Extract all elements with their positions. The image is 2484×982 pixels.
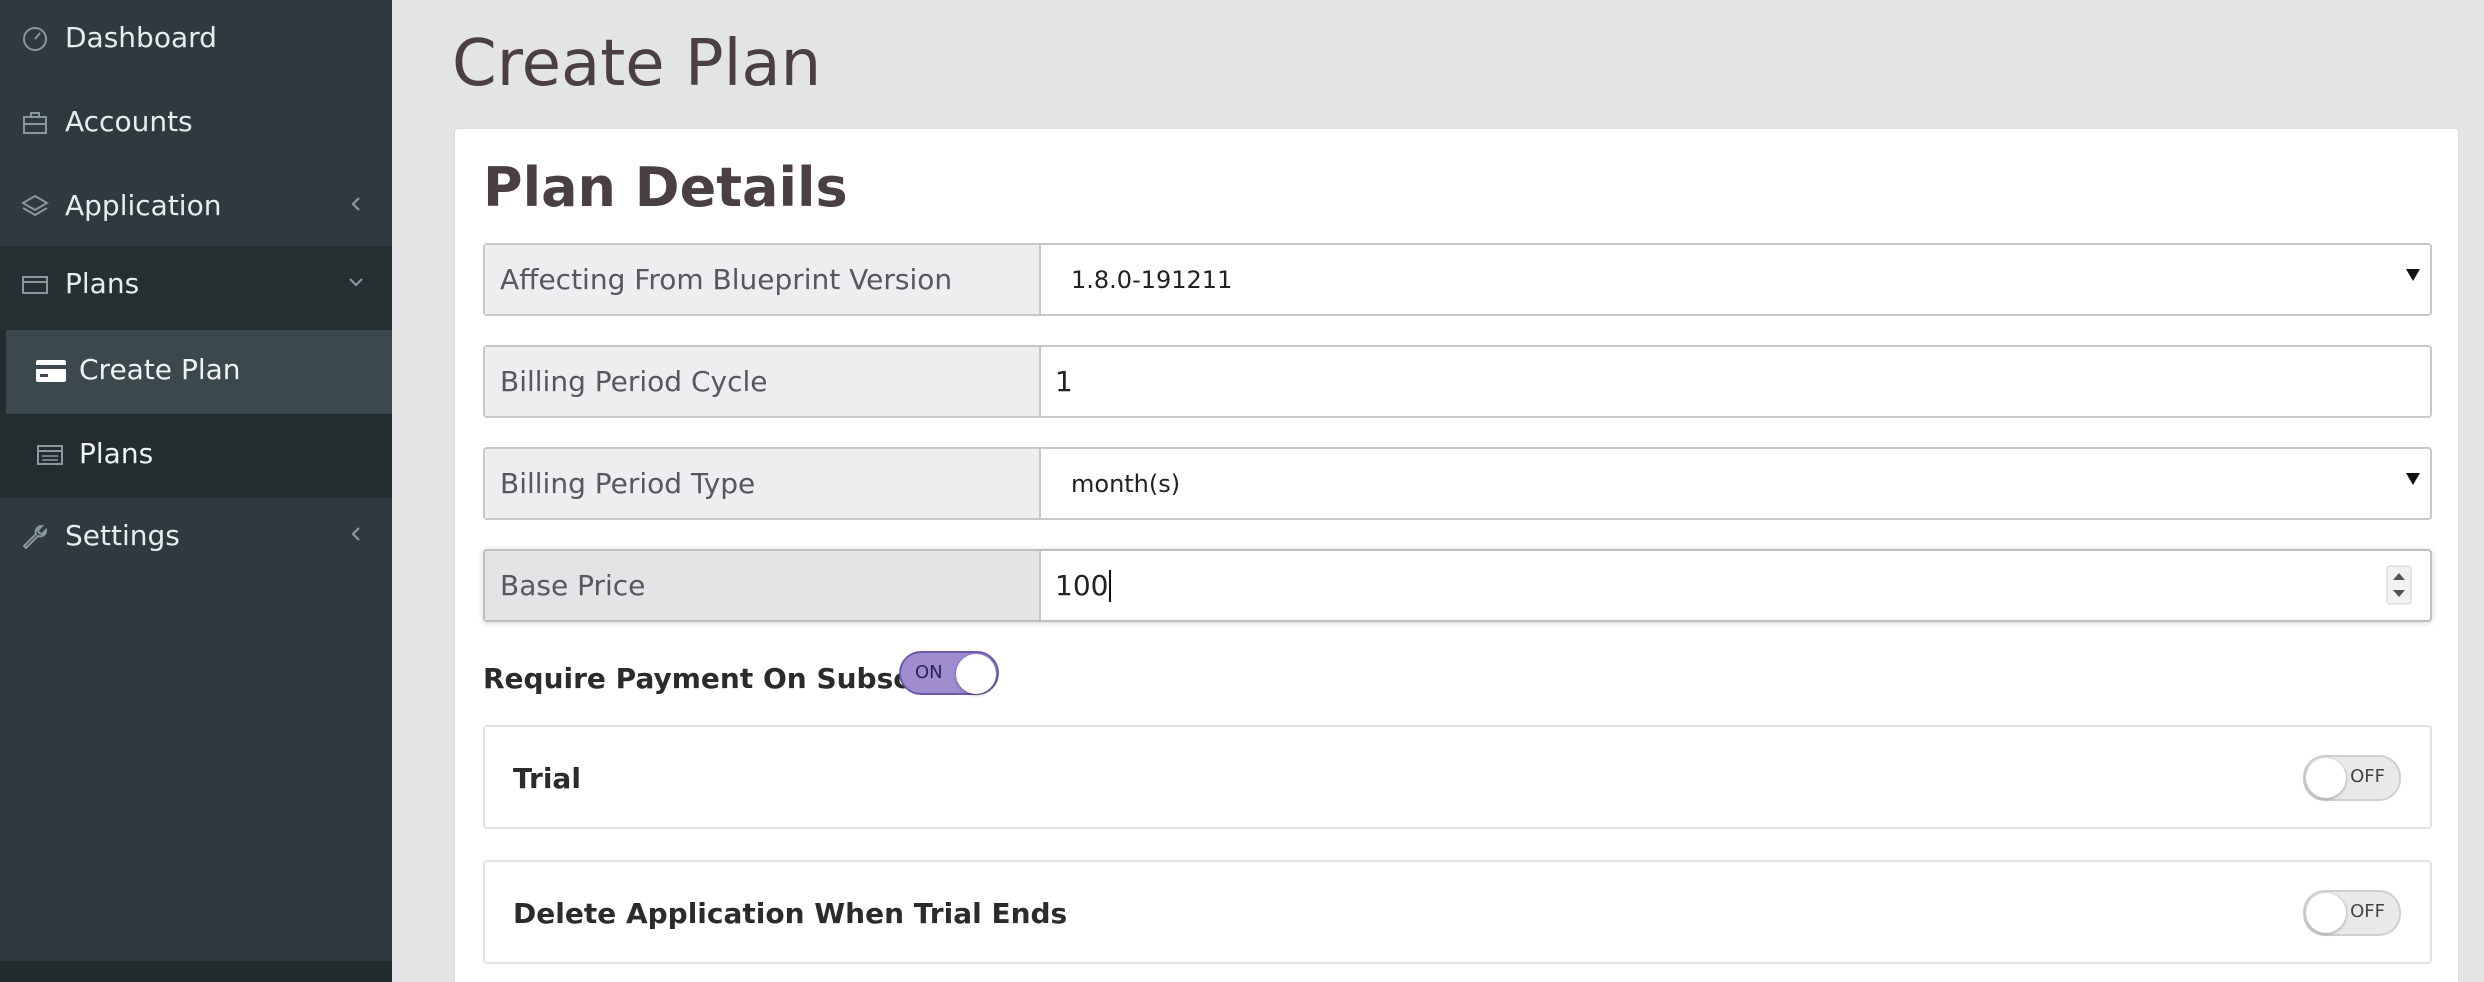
sidebar-item-label: Accounts	[65, 105, 193, 138]
card-title: Plan Details	[483, 156, 848, 219]
field-label: Billing Period Cycle	[485, 347, 1041, 416]
plans-submenu: Create Plan Plans	[0, 330, 392, 498]
credit-card-icon	[22, 276, 48, 294]
select-value: 1.8.0-191211	[1071, 265, 1233, 294]
sidebar-item-label: Plans	[79, 437, 154, 470]
sidebar-item-application[interactable]: Application	[0, 168, 392, 252]
sidebar-item-dashboard[interactable]: Dashboard	[0, 0, 392, 84]
text-cursor	[1109, 569, 1112, 602]
sidebar-item-label: Plans	[65, 267, 140, 300]
sidebar-item-label: Settings	[65, 519, 180, 552]
delete-application-toggle[interactable]: OFF	[2303, 890, 2401, 936]
blueprint-version-field: Affecting From Blueprint Version 1.8.0-1…	[483, 243, 2432, 316]
toggle-state-label: OFF	[2350, 901, 2385, 922]
sidebar-subitem-create-plan[interactable]: Create Plan	[6, 330, 392, 414]
require-payment-toggle[interactable]: ON	[899, 651, 999, 695]
delete-application-option: Delete Application When Trial Ends OFF	[483, 860, 2432, 964]
dashboard-icon	[23, 27, 47, 51]
list-icon	[37, 445, 63, 465]
trial-toggle[interactable]: OFF	[2303, 755, 2401, 801]
delete-application-label: Delete Application When Trial Ends	[513, 897, 1068, 930]
sidebar-item-label: Dashboard	[65, 21, 217, 54]
sidebar-item-plans[interactable]: Plans	[0, 246, 392, 330]
sidebar-item-settings[interactable]: Settings	[0, 498, 392, 582]
field-label: Affecting From Blueprint Version	[485, 245, 1041, 314]
sidebar-footer	[0, 961, 392, 982]
app: Dashboard Accounts Application Plans Cre…	[0, 0, 2484, 982]
toggle-state-label: OFF	[2350, 766, 2385, 787]
briefcase-icon	[23, 112, 47, 134]
trial-label: Trial	[513, 762, 581, 795]
billing-period-cycle-field: Billing Period Cycle 1	[483, 345, 2432, 418]
chevron-down-icon	[349, 278, 363, 287]
field-label: Base Price	[485, 551, 1041, 620]
billing-period-type-select[interactable]: month(s)	[1041, 449, 2430, 518]
toggle-knob	[2306, 758, 2346, 798]
sidebar: Dashboard Accounts Application Plans Cre…	[0, 0, 392, 982]
chevron-left-icon	[351, 197, 360, 211]
toggle-knob	[2306, 893, 2346, 933]
sidebar-item-label: Application	[65, 189, 222, 222]
sidebar-item-accounts[interactable]: Accounts	[0, 84, 392, 168]
layers-icon	[21, 194, 49, 217]
base-price-field: Base Price 100	[483, 549, 2432, 622]
chevron-left-icon	[351, 527, 360, 541]
credit-card-icon	[36, 360, 66, 382]
billing-period-cycle-input[interactable]: 1	[1041, 347, 2430, 416]
trial-option: Trial OFF	[483, 725, 2432, 829]
toggle-state-label: ON	[915, 662, 943, 683]
toggle-knob	[956, 654, 996, 694]
wrench-icon	[22, 525, 47, 550]
plan-details-card: Plan Details Affecting From Blueprint Ve…	[454, 128, 2459, 982]
billing-period-type-field: Billing Period Type month(s)	[483, 447, 2432, 520]
select-value: month(s)	[1071, 469, 1181, 498]
field-label: Billing Period Type	[485, 449, 1041, 518]
caret-down-icon	[2406, 269, 2420, 281]
sidebar-item-label: Create Plan	[79, 353, 241, 386]
base-price-input[interactable]: 100	[1041, 551, 2430, 620]
blueprint-version-select[interactable]: 1.8.0-191211	[1041, 245, 2430, 314]
page-title: Create Plan	[452, 27, 822, 101]
input-value: 1	[1055, 365, 1073, 398]
caret-down-icon	[2406, 473, 2420, 485]
sidebar-subitem-plans[interactable]: Plans	[6, 414, 392, 498]
input-value: 100	[1055, 569, 1109, 602]
number-spinner-icon[interactable]	[2386, 565, 2412, 605]
